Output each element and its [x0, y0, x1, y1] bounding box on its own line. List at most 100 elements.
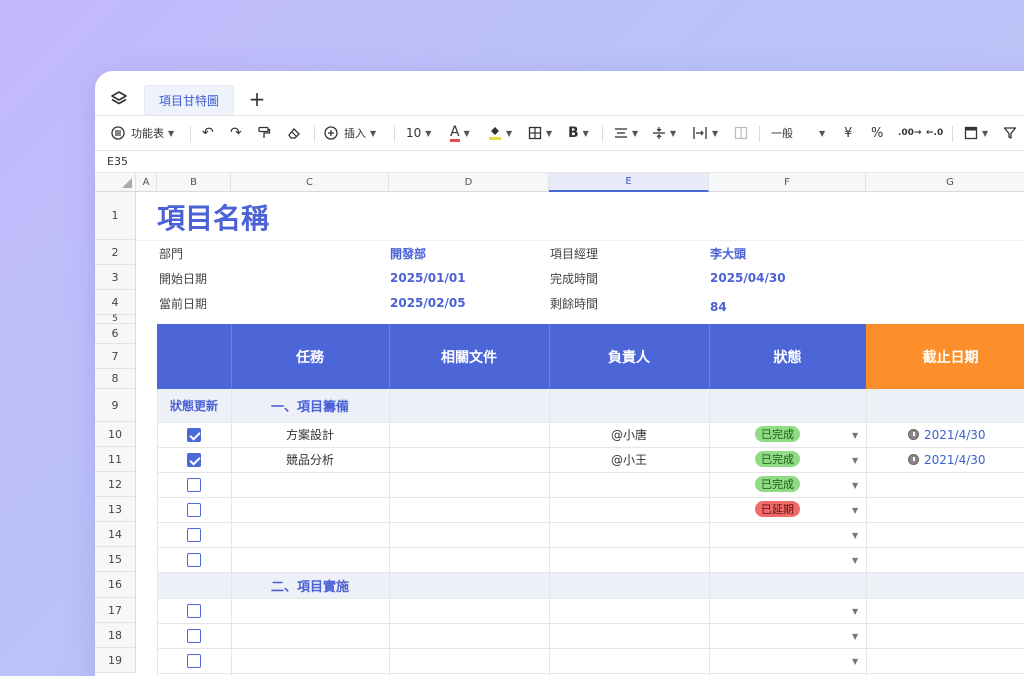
align-icon [615, 128, 627, 138]
header-owner: 負責人 [608, 349, 650, 366]
row-header[interactable]: 15 [95, 547, 136, 572]
row-header[interactable]: 13 [95, 497, 136, 522]
task-checkbox[interactable] [187, 553, 201, 567]
dropdown-arrow-icon[interactable]: ▼ [852, 506, 858, 515]
eraser-icon[interactable] [287, 116, 301, 150]
row-header[interactable]: 6 [95, 324, 136, 344]
info-label: 項目經理 [550, 246, 599, 261]
task-checkbox[interactable] [187, 654, 201, 668]
task-checkbox[interactable] [187, 478, 201, 492]
row-header[interactable]: 10 [95, 422, 136, 447]
info-value: 李大頭 [710, 246, 747, 261]
undo-icon[interactable]: ↶ [202, 116, 214, 150]
fill-color-button[interactable]: ▼ [488, 116, 512, 150]
layers-icon[interactable] [109, 89, 129, 109]
column-header[interactable]: D [389, 173, 549, 192]
chevron-down-icon: ▼ [506, 128, 513, 138]
font-size-select[interactable]: 10 ▼ [406, 116, 431, 150]
deadline-cell: 2021/4/30 [908, 447, 986, 472]
text-wrap-button[interactable]: ▼ [692, 116, 718, 150]
percent-button[interactable]: % [871, 116, 883, 150]
horizontal-align-button[interactable]: ▼ [614, 116, 638, 150]
column-header[interactable]: A [136, 173, 157, 192]
format-painter-icon[interactable] [257, 116, 271, 150]
row-header[interactable]: 18 [95, 623, 136, 648]
task-name: 競品分析 [285, 453, 334, 467]
row-header[interactable]: 9 [95, 389, 136, 422]
header-status: 狀態 [773, 349, 802, 366]
row-header[interactable]: 14 [95, 522, 136, 547]
row-header[interactable]: 8 [95, 369, 136, 389]
table-style-button[interactable]: ▼ [964, 116, 988, 150]
number-format-select[interactable]: 一般 ▼ [771, 116, 825, 150]
status-badge[interactable]: 已完成 [755, 426, 800, 442]
dropdown-arrow-icon[interactable]: ▼ [852, 431, 858, 440]
clock-icon [908, 429, 919, 440]
dropdown-arrow-icon[interactable]: ▼ [852, 607, 858, 616]
task-checkbox[interactable] [187, 604, 201, 618]
dropdown-arrow-icon[interactable]: ▼ [852, 556, 858, 565]
clock-icon [908, 454, 919, 465]
menu-button[interactable]: 功能表 ▼ [111, 116, 174, 150]
filter-icon[interactable] [1003, 116, 1017, 150]
column-header[interactable]: C [231, 173, 389, 192]
row-header[interactable]: 5 [95, 314, 136, 324]
merge-cells-icon[interactable] [734, 116, 748, 150]
font-size-value: 10 [406, 126, 422, 140]
task-checkbox[interactable] [187, 629, 201, 643]
column-header[interactable]: B [157, 173, 231, 192]
increase-decimal-icon[interactable]: .00→ [898, 116, 921, 150]
row-header[interactable]: 4 [95, 290, 136, 315]
chevron-down-icon: ▼ [632, 128, 639, 138]
add-tab-button[interactable]: + [247, 87, 267, 111]
name-box[interactable]: E35 [107, 155, 128, 168]
row-header[interactable]: 11 [95, 447, 136, 472]
column-header[interactable]: E [549, 173, 709, 192]
status-badge[interactable]: 已完成 [755, 451, 800, 467]
row-header[interactable]: 19 [95, 648, 136, 673]
status-badge[interactable]: 已延期 [755, 501, 800, 517]
dropdown-arrow-icon[interactable]: ▼ [852, 481, 858, 490]
row-header[interactable]: 1 [95, 192, 136, 240]
column-header[interactable]: G [866, 173, 1024, 192]
task-checkbox[interactable] [187, 428, 201, 442]
tab-bar: 項目甘特圖 + [95, 71, 1024, 115]
select-all-corner[interactable] [95, 173, 136, 192]
text-wrap-icon [693, 127, 707, 139]
chevron-down-icon: ▼ [670, 128, 677, 138]
redo-icon[interactable]: ↷ [230, 116, 242, 150]
font-color-button[interactable]: A ▼ [450, 116, 470, 150]
header-task: 任務 [296, 349, 324, 366]
chevron-down-icon: ▼ [712, 128, 719, 138]
task-checkbox[interactable] [187, 453, 201, 467]
dropdown-arrow-icon[interactable]: ▼ [852, 531, 858, 540]
borders-button[interactable]: ▼ [528, 116, 552, 150]
task-owner: @小王 [610, 453, 647, 467]
status-badge[interactable]: 已完成 [755, 476, 800, 492]
page-title: 項目名稱 [157, 202, 270, 235]
section-title: 二、項目實施 [271, 579, 350, 595]
insert-button[interactable]: 插入 ▼ [324, 116, 376, 150]
task-checkbox[interactable] [187, 528, 201, 542]
dropdown-arrow-icon[interactable]: ▼ [852, 632, 858, 641]
row-header[interactable]: 3 [95, 265, 136, 290]
dropdown-arrow-icon[interactable]: ▼ [852, 657, 858, 666]
task-name: 方案設計 [285, 428, 334, 442]
vertical-align-button[interactable]: ▼ [652, 116, 676, 150]
column-header[interactable]: F [709, 173, 866, 192]
plus-circle-icon [324, 126, 338, 140]
task-checkbox[interactable] [187, 503, 201, 517]
chevron-down-icon: ▼ [463, 128, 470, 138]
dropdown-arrow-icon[interactable]: ▼ [852, 456, 858, 465]
tab-gantt[interactable]: 項目甘特圖 [144, 85, 234, 115]
row-header[interactable]: 12 [95, 472, 136, 497]
row-header[interactable]: 7 [95, 344, 136, 369]
row-header[interactable]: 17 [95, 598, 136, 623]
header-docs: 相關文件 [441, 349, 497, 366]
decrease-decimal-icon[interactable]: ←.0 [926, 116, 943, 150]
currency-button[interactable]: ¥ [844, 116, 852, 150]
row-header[interactable]: 2 [95, 240, 136, 265]
row-header[interactable]: 16 [95, 572, 136, 598]
bold-button[interactable]: B ▼ [568, 116, 589, 150]
deadline-value: 2021/4/30 [924, 427, 986, 442]
